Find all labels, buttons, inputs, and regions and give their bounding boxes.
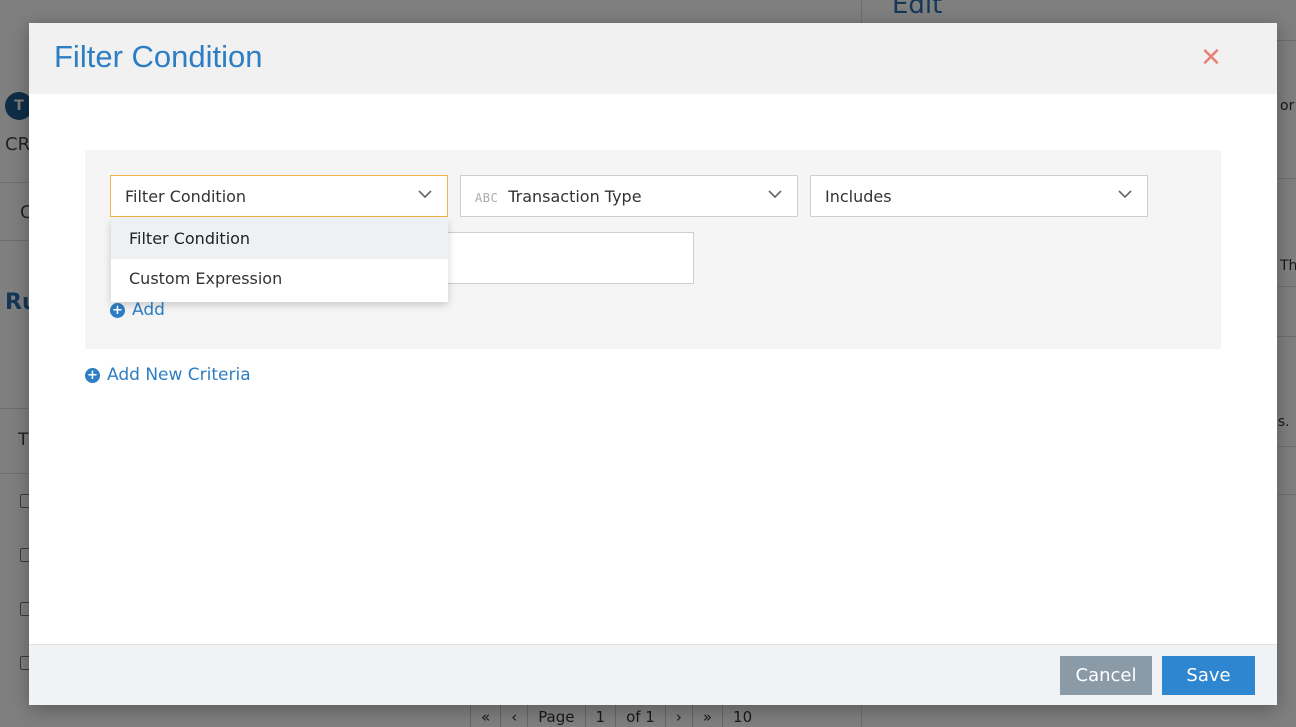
plus-circle-icon: + [85,367,100,383]
modal-header: Filter Condition ✕ [29,23,1277,94]
dropdown-option-custom-expression[interactable]: Custom Expression [111,259,448,299]
dropdown-option-filter-condition[interactable]: Filter Condition [111,219,448,259]
plus-circle-icon: + [110,302,125,318]
modal-footer: Cancel Save [29,644,1277,705]
field-select[interactable]: ABC Transaction Type [460,175,798,217]
chevron-down-icon [418,190,432,199]
save-button[interactable]: Save [1162,656,1255,695]
field-select-value-wrap: ABC Transaction Type [475,187,642,206]
operator-value: Includes [825,187,892,206]
text-type-icon: ABC [475,191,499,205]
close-icon[interactable]: ✕ [1196,43,1226,73]
field-select-value: Transaction Type [508,187,642,206]
chevron-down-icon [1118,190,1132,199]
modal-title: Filter Condition [54,39,263,74]
condition-type-value: Filter Condition [125,187,247,206]
filter-condition-modal: Filter Condition ✕ Filter Condition ABC T… [29,23,1277,705]
add-criteria-label: Add New Criteria [107,365,251,385]
chevron-down-icon [768,190,782,199]
condition-value-input[interactable] [447,232,694,284]
add-condition-button[interactable]: + Add [110,300,165,320]
operator-select[interactable]: Includes [810,175,1148,217]
condition-type-dropdown: Filter Condition Custom Expression [111,219,448,302]
add-label: Add [132,300,165,320]
condition-type-select[interactable]: Filter Condition [110,175,448,217]
add-new-criteria-button[interactable]: + Add New Criteria [85,365,251,385]
cancel-button[interactable]: Cancel [1060,656,1152,695]
